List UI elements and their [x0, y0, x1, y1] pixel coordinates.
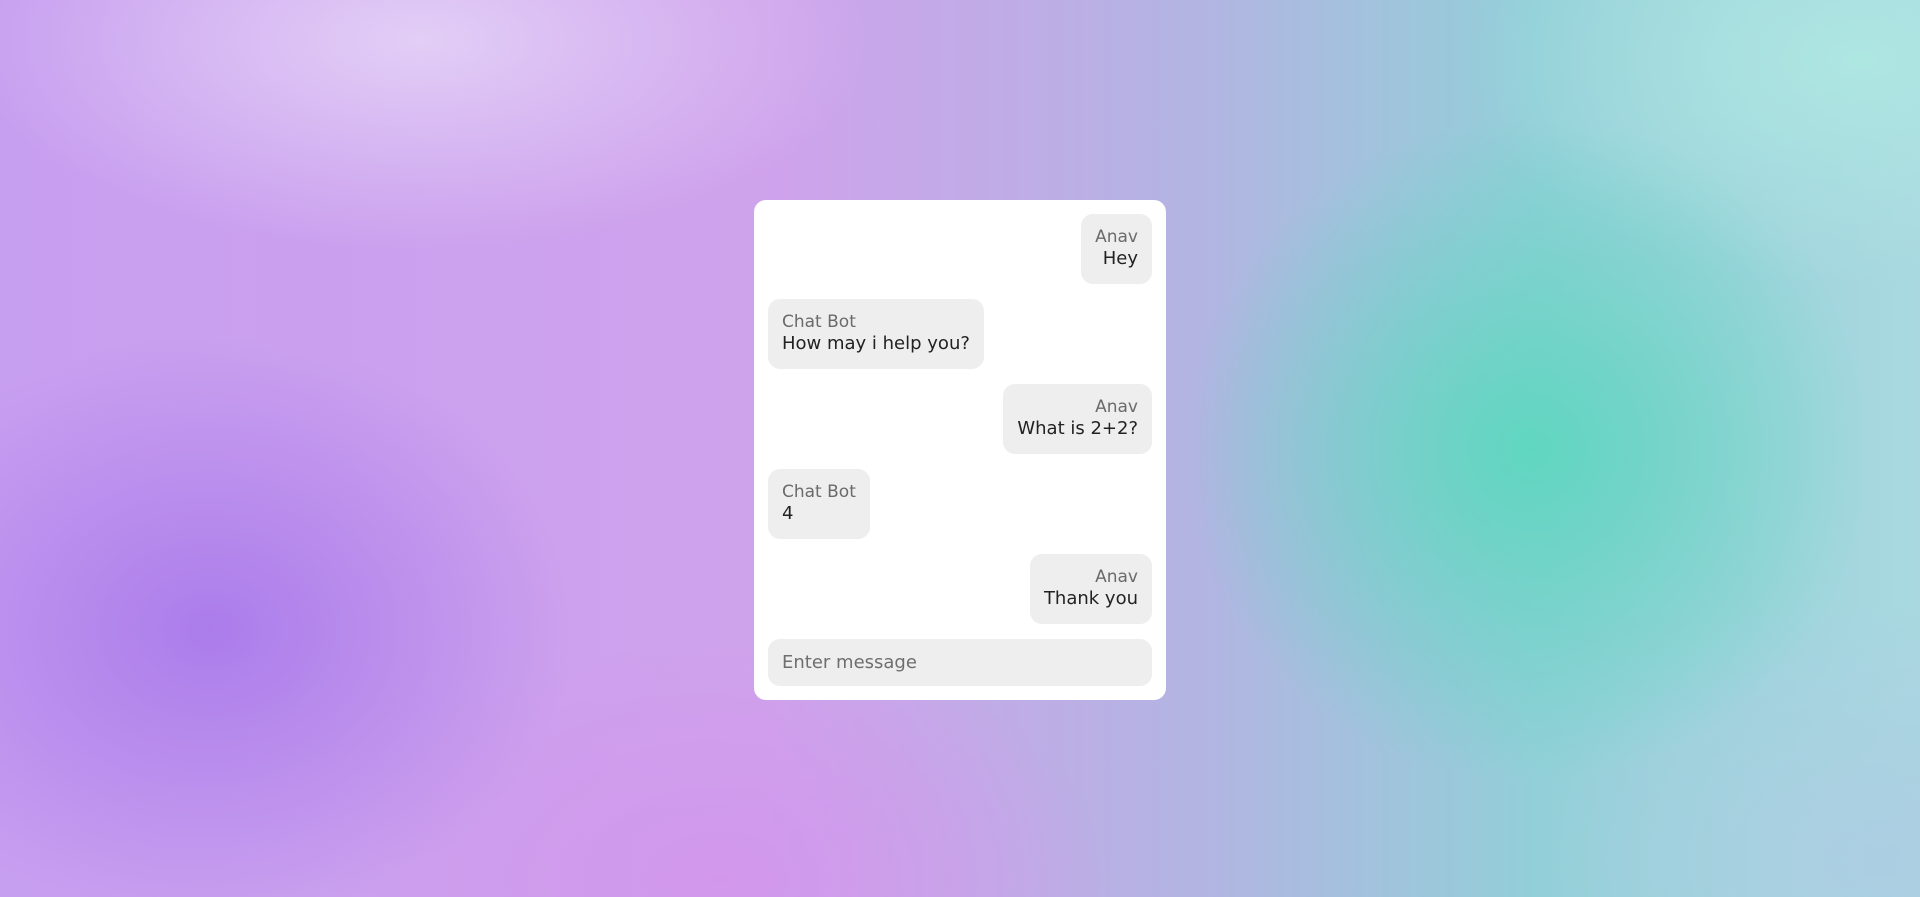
message-list: Anav Hey Chat Bot How may i help you? An… — [768, 214, 1152, 639]
message-row-user: Anav Thank you — [768, 554, 1152, 624]
message-bubble: Anav Hey — [1081, 214, 1152, 284]
message-text: Thank you — [1043, 588, 1138, 609]
chat-window: Anav Hey Chat Bot How may i help you? An… — [754, 200, 1166, 700]
message-bubble: Chat Bot How may i help you? — [768, 299, 984, 369]
message-sender: Chat Bot — [782, 482, 856, 502]
message-row-bot: Chat Bot How may i help you? — [768, 299, 1152, 369]
message-bubble: Chat Bot 4 — [768, 469, 870, 539]
message-sender: Anav — [1095, 397, 1138, 417]
page-background: { "chat": { "messages": [ {"role": "user… — [0, 0, 1920, 897]
message-input[interactable] — [768, 639, 1152, 686]
message-sender: Anav — [1095, 567, 1138, 587]
message-text: What is 2+2? — [1017, 418, 1138, 439]
message-text: Hey — [1102, 248, 1138, 269]
message-bubble: Anav What is 2+2? — [1003, 384, 1152, 454]
message-row-user: Anav What is 2+2? — [768, 384, 1152, 454]
message-sender: Anav — [1095, 227, 1138, 247]
message-bubble: Anav Thank you — [1029, 554, 1152, 624]
message-text: 4 — [782, 503, 794, 524]
message-row-user: Anav Hey — [768, 214, 1152, 284]
message-sender: Chat Bot — [782, 312, 856, 332]
message-text: How may i help you? — [782, 333, 970, 354]
message-row-bot: Chat Bot 4 — [768, 469, 1152, 539]
